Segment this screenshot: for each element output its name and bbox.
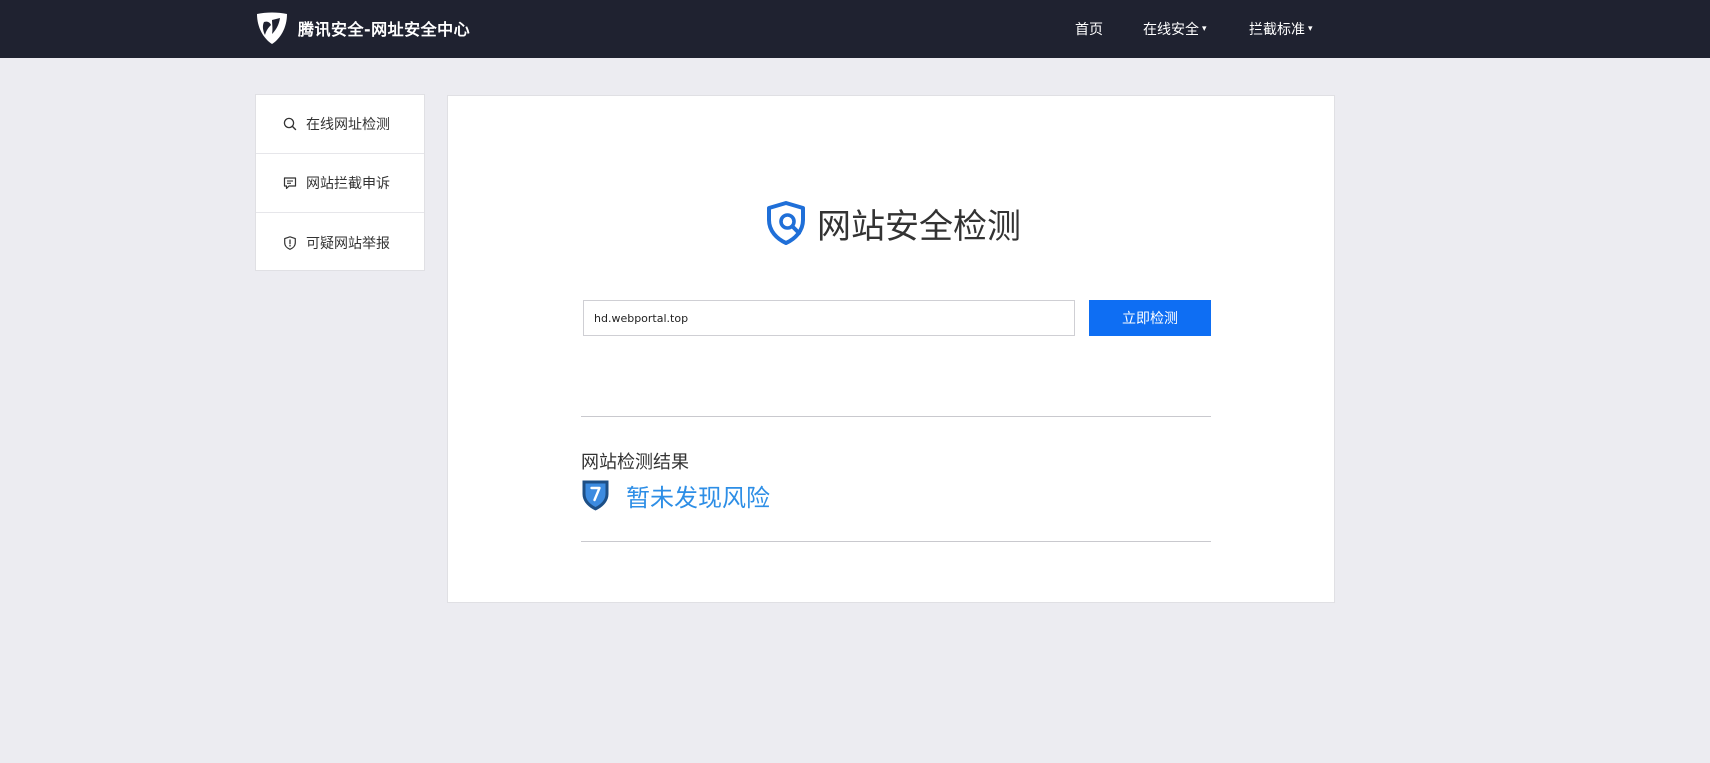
nav-online-security-label: 在线安全 xyxy=(1143,22,1199,38)
result-label: 网站检测结果 xyxy=(581,452,689,473)
brand-title: 腾讯安全-网址安全中心 xyxy=(298,20,471,39)
sidebar: 在线网址检测 网站拦截申诉 可疑网站举报 xyxy=(255,94,425,271)
nav-block-standard[interactable]: 拦截标准 ▾ xyxy=(1249,0,1313,58)
page-title: 网站安全检测 xyxy=(817,206,1021,247)
brand[interactable]: 腾讯安全-网址安全中心 xyxy=(254,9,470,47)
top-navbar: 腾讯安全-网址安全中心 首页 在线安全 ▾ 拦截标准 ▾ xyxy=(0,0,1710,58)
chevron-down-icon: ▾ xyxy=(1308,24,1313,34)
sidebar-item-report[interactable]: 可疑网站举报 xyxy=(256,213,424,272)
nav-home[interactable]: 首页 xyxy=(1075,0,1103,58)
chevron-down-icon: ▾ xyxy=(1202,24,1207,34)
main-panel xyxy=(447,95,1335,603)
shield-alert-icon xyxy=(284,235,296,250)
check-now-button[interactable]: 立即检测 xyxy=(1089,300,1211,336)
shield-search-icon xyxy=(767,201,805,245)
message-icon xyxy=(283,177,297,190)
result-status-text: 暂未发现风险 xyxy=(626,483,770,512)
sidebar-item-url-check[interactable]: 在线网址检测 xyxy=(256,95,424,154)
search-icon xyxy=(283,117,297,131)
hero-header: 网站安全检测 xyxy=(763,198,1021,248)
divider xyxy=(581,416,1211,417)
nav-home-label: 首页 xyxy=(1075,22,1103,38)
unknown-shield-icon xyxy=(582,480,609,510)
sidebar-item-appeal[interactable]: 网站拦截申诉 xyxy=(256,154,424,213)
tencent-security-logo-icon xyxy=(257,12,287,44)
result-status: 暂未发现风险 xyxy=(581,478,770,512)
url-input[interactable] xyxy=(583,300,1075,336)
sidebar-item-label: 可疑网站举报 xyxy=(306,235,390,252)
nav-online-security[interactable]: 在线安全 ▾ xyxy=(1143,0,1207,58)
sidebar-item-label: 网站拦截申诉 xyxy=(306,176,390,192)
nav-block-standard-label: 拦截标准 xyxy=(1249,22,1305,38)
divider xyxy=(581,541,1211,542)
sidebar-item-label: 在线网址检测 xyxy=(306,117,390,133)
